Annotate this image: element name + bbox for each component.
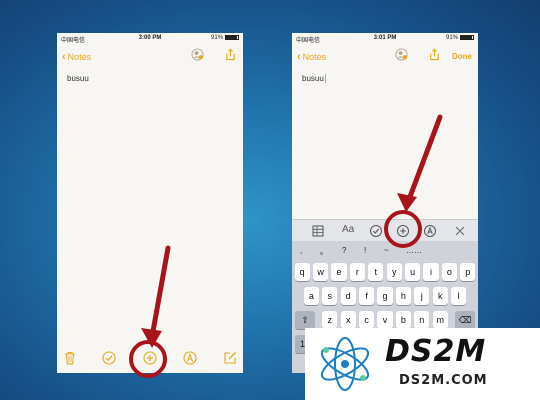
annotation-overlay: [129, 114, 443, 378]
annotation-arrow-right: [397, 114, 443, 212]
annotation-circle-right: [384, 210, 422, 248]
annotation-arrow-left: [141, 245, 171, 348]
annotation-circle-left: [129, 340, 167, 378]
